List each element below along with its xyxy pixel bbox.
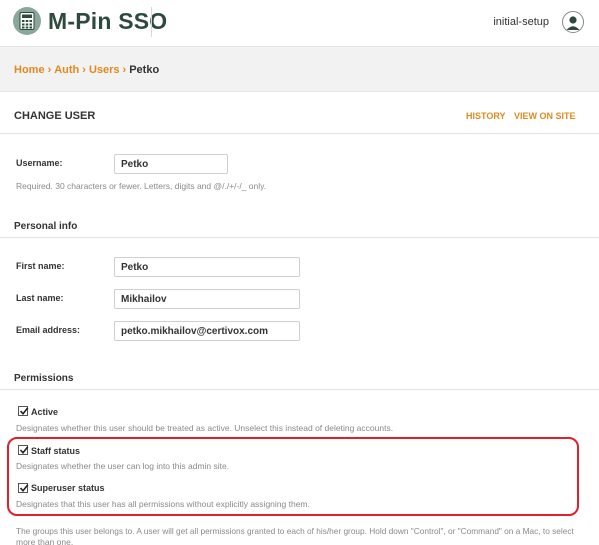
breadcrumb-auth[interactable]: Auth [54, 64, 79, 76]
breadcrumb-separator: › [82, 64, 86, 76]
groups-help-line-2: more than one. [16, 537, 74, 545]
email-label: Email address: [16, 325, 81, 335]
last-name-field[interactable]: Mikhailov [114, 289, 300, 309]
breadcrumb: Home › Auth › Users › Petko [0, 46, 599, 92]
active-label[interactable]: Active [31, 407, 58, 417]
active-help: Designates whether this user should be t… [16, 423, 394, 433]
divider [0, 237, 599, 238]
annotation-highlight-box [7, 437, 579, 516]
groups-help-line-1: The groups this user belongs to. A user … [16, 526, 574, 536]
user-avatar-icon[interactable] [562, 11, 584, 33]
breadcrumb-separator: › [122, 64, 127, 76]
divider [0, 133, 599, 134]
checkmark-icon [19, 407, 29, 416]
brand-divider [151, 7, 152, 37]
personal-info-heading: Personal info [14, 221, 78, 232]
page-title: CHANGE USER [14, 110, 96, 122]
view-on-site-link[interactable]: VIEW ON SITE [514, 111, 576, 121]
divider [0, 389, 599, 390]
active-checkbox[interactable] [18, 406, 29, 416]
email-field[interactable]: petko.mikhailov@certivox.com [114, 321, 300, 341]
user-link[interactable]: initial-setup [493, 16, 549, 28]
brand-name[interactable]: M-Pin SSO [48, 8, 167, 35]
breadcrumb-home[interactable]: Home [14, 64, 45, 76]
calculator-logo-icon [13, 7, 41, 35]
first-name-field[interactable]: Petko [114, 257, 300, 277]
username-field[interactable]: Petko [114, 154, 228, 174]
top-bar: M-Pin SSO initial-setup [0, 0, 599, 46]
username-help: Required. 30 characters or fewer. Letter… [16, 181, 267, 191]
history-link[interactable]: HISTORY [466, 111, 506, 121]
breadcrumb-users[interactable]: Users [89, 64, 120, 76]
last-name-label: Last name: [16, 293, 64, 303]
first-name-label: First name: [16, 261, 65, 271]
breadcrumb-separator: › [47, 64, 52, 76]
username-label: Username: [16, 158, 63, 168]
breadcrumb-current: Petko [129, 64, 160, 76]
permissions-heading: Permissions [14, 373, 74, 384]
